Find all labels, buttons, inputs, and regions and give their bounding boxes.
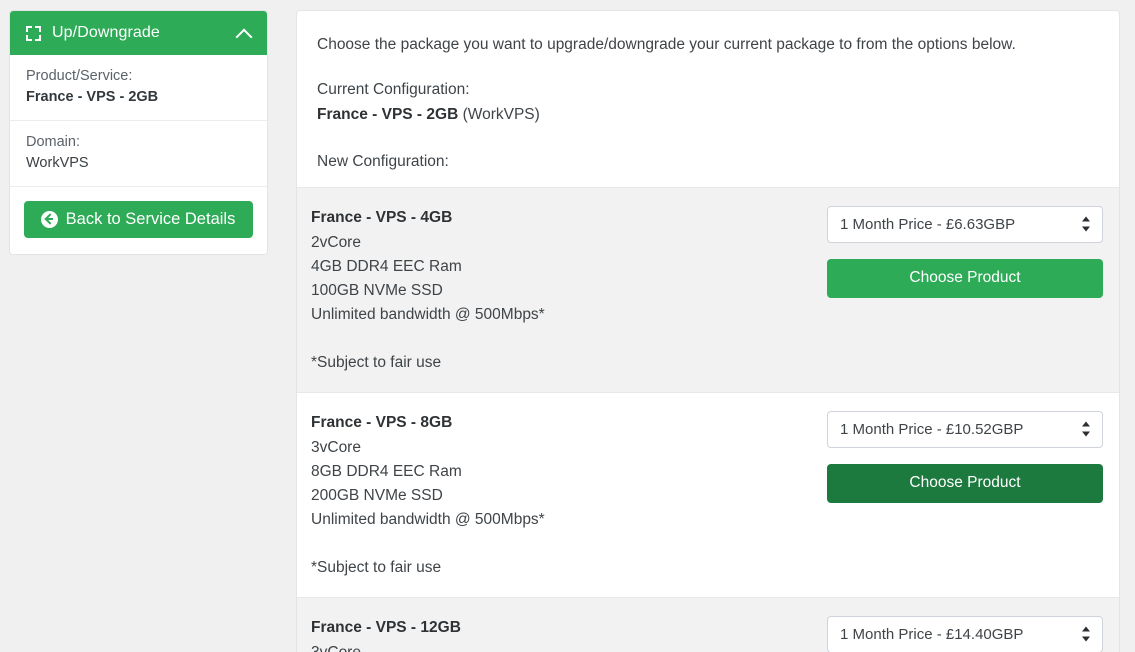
product-spec: Unlimited bandwidth @ 500Mbps* bbox=[311, 510, 545, 528]
product-actions: 1 Month Price - £14.40GBP Choose Product bbox=[827, 614, 1103, 652]
panel-header[interactable]: Up/Downgrade bbox=[10, 11, 267, 55]
price-select[interactable]: 1 Month Price - £14.40GBP bbox=[827, 615, 1103, 652]
main-panel: Choose the package you want to upgrade/d… bbox=[296, 10, 1120, 652]
product-details: France - VPS - 12GB 3vCore 12GB DDR4 EEC… bbox=[311, 614, 827, 652]
product-spec: 3vCore bbox=[311, 438, 361, 456]
current-domain-name: (WorkVPS) bbox=[462, 106, 540, 124]
product-row: France - VPS - 12GB 3vCore 12GB DDR4 EEC… bbox=[297, 597, 1119, 652]
intro-text: Choose the package you want to upgrade/d… bbox=[317, 36, 1016, 53]
product-details: France - VPS - 8GB 3vCore 8GB DDR4 EEC R… bbox=[311, 409, 827, 580]
product-actions: 1 Month Price - £10.52GBP Choose Product bbox=[827, 409, 1103, 504]
panel-footer: Back to Service Details bbox=[10, 187, 267, 255]
current-configuration-value: France - VPS - 2GB (WorkVPS) bbox=[317, 103, 1099, 128]
chevron-up-icon[interactable] bbox=[237, 26, 251, 40]
panel-title: Up/Downgrade bbox=[52, 24, 160, 41]
domain-label: Domain: bbox=[26, 134, 80, 151]
product-spec: 2vCore bbox=[311, 233, 361, 251]
product-footnote: *Subject to fair use bbox=[311, 353, 442, 371]
price-select-value: 1 Month Price - £14.40GBP bbox=[840, 625, 1024, 643]
up-downgrade-panel: Up/Downgrade Product/Service: France - V… bbox=[9, 10, 268, 256]
product-row: France - VPS - 4GB 2vCore 4GB DDR4 EEC R… bbox=[297, 187, 1119, 393]
product-spec: 8GB DDR4 EEC Ram bbox=[311, 462, 462, 480]
sidebar: Up/Downgrade Product/Service: France - V… bbox=[9, 10, 268, 256]
select-arrows-icon bbox=[1082, 626, 1091, 643]
main-content: Choose the package you want to upgrade/d… bbox=[297, 11, 1119, 175]
product-spec: 4GB DDR4 EEC Ram bbox=[311, 257, 462, 275]
price-select[interactable]: 1 Month Price - £10.52GBP bbox=[827, 410, 1103, 448]
domain-value: WorkVPS bbox=[26, 155, 89, 172]
product-spec: 3vCore bbox=[311, 641, 807, 652]
product-name: France - VPS - 8GB bbox=[311, 413, 453, 431]
product-footnote: *Subject to fair use bbox=[311, 558, 442, 576]
current-configuration-label: Current Configuration: bbox=[317, 81, 470, 99]
new-configuration-label: New Configuration: bbox=[317, 152, 449, 170]
current-product-name: France - VPS - 2GB bbox=[317, 106, 459, 124]
spec-spacer bbox=[311, 532, 807, 556]
price-select-value: 1 Month Price - £10.52GBP bbox=[840, 420, 1024, 438]
product-row: France - VPS - 8GB 3vCore 8GB DDR4 EEC R… bbox=[297, 392, 1119, 598]
product-actions: 1 Month Price - £6.63GBP Choose Product bbox=[827, 204, 1103, 299]
product-spec: 100GB NVMe SSD bbox=[311, 281, 443, 299]
back-to-service-details-button[interactable]: Back to Service Details bbox=[23, 201, 254, 239]
select-arrows-icon bbox=[1082, 421, 1091, 438]
arrow-circle-left-icon bbox=[40, 210, 58, 228]
product-spec: Unlimited bandwidth @ 500Mbps* bbox=[311, 305, 545, 323]
product-service-row: Product/Service: France - VPS - 2GB bbox=[10, 55, 267, 122]
select-arrows-icon bbox=[1082, 216, 1091, 233]
domain-row: Domain: WorkVPS bbox=[10, 121, 267, 188]
product-list: France - VPS - 4GB 2vCore 4GB DDR4 EEC R… bbox=[297, 186, 1119, 652]
current-configuration-block: Current Configuration: France - VPS - 2G… bbox=[317, 78, 1099, 128]
product-service-label: Product/Service: bbox=[26, 68, 133, 84]
price-select[interactable]: 1 Month Price - £6.63GBP bbox=[827, 205, 1103, 243]
back-button-label: Back to Service Details bbox=[65, 210, 236, 229]
page-root: Up/Downgrade Product/Service: France - V… bbox=[0, 0, 1135, 652]
product-name: France - VPS - 12GB bbox=[311, 618, 461, 636]
product-details: France - VPS - 4GB 2vCore 4GB DDR4 EEC R… bbox=[311, 204, 827, 375]
product-spec: 200GB NVMe SSD bbox=[311, 486, 443, 504]
spec-spacer bbox=[311, 327, 807, 351]
product-name: France - VPS - 4GB bbox=[311, 208, 453, 226]
price-select-value: 1 Month Price - £6.63GBP bbox=[840, 215, 1016, 233]
choose-product-button[interactable]: Choose Product bbox=[827, 463, 1103, 504]
expand-icon bbox=[26, 25, 41, 41]
choose-product-button[interactable]: Choose Product bbox=[827, 258, 1103, 299]
product-service-value: France - VPS - 2GB bbox=[26, 89, 159, 106]
